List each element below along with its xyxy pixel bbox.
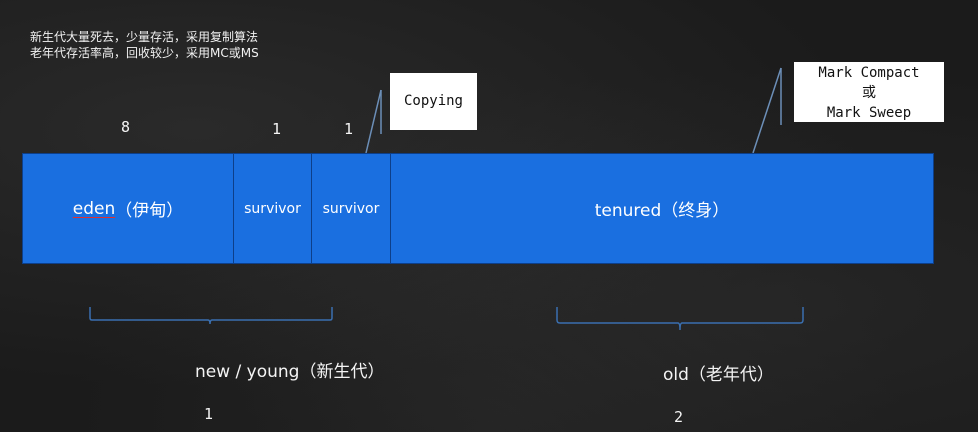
tenured-segment: tenured（终身） xyxy=(391,154,933,263)
mark-pointer-line xyxy=(752,67,782,154)
old-brace xyxy=(556,307,804,331)
young-generation-label: new / young（新生代） xyxy=(195,362,385,382)
mark-sweep-label: Mark Sweep xyxy=(826,105,912,121)
mark-algorithms-callout: Mark Compact 或 Mark Sweep xyxy=(794,62,944,122)
tenured-label: tenured（终身） xyxy=(594,201,730,221)
old-generation-label: old（老年代） xyxy=(663,365,774,385)
old-generation-ratio: 2 xyxy=(674,408,684,426)
copying-callout: Copying xyxy=(390,73,477,130)
survivor-to-label: survivor xyxy=(322,200,380,217)
mark-compact-label: Mark Compact xyxy=(818,65,920,81)
copying-label: Copying xyxy=(403,93,463,109)
eden-segment: eden （伊甸） xyxy=(23,154,234,263)
survivor-from-segment: survivor xyxy=(234,154,312,263)
young-generation-ratio: 1 xyxy=(204,405,214,423)
eden-label: eden xyxy=(72,198,116,219)
survivor-from-label: survivor xyxy=(244,200,301,217)
survivor-to-segment: survivor xyxy=(312,154,391,263)
young-brace xyxy=(89,307,333,325)
heap-bar: eden （伊甸） survivor survivor tenured（终身） xyxy=(22,153,934,264)
eden-chinese-label: （伊甸） xyxy=(115,201,184,221)
copying-pointer-line xyxy=(365,89,382,154)
or-label: 或 xyxy=(862,85,876,101)
